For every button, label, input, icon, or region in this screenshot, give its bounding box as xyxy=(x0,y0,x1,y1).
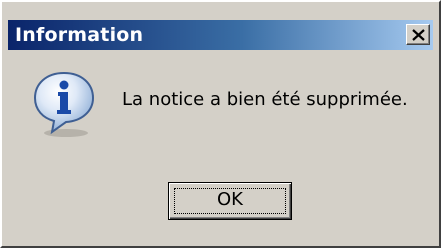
ok-button[interactable]: OK xyxy=(168,182,292,220)
ok-button-label: OK xyxy=(217,189,243,210)
information-icon xyxy=(33,71,95,137)
close-button[interactable] xyxy=(406,24,430,45)
titlebar[interactable]: Information xyxy=(8,20,433,50)
dialog-message: La notice a bien été supprimée. xyxy=(122,89,408,110)
dialog-title: Information xyxy=(15,24,144,46)
information-dialog: Information La notice a bien été supprim… xyxy=(0,0,441,248)
close-icon xyxy=(412,29,425,41)
